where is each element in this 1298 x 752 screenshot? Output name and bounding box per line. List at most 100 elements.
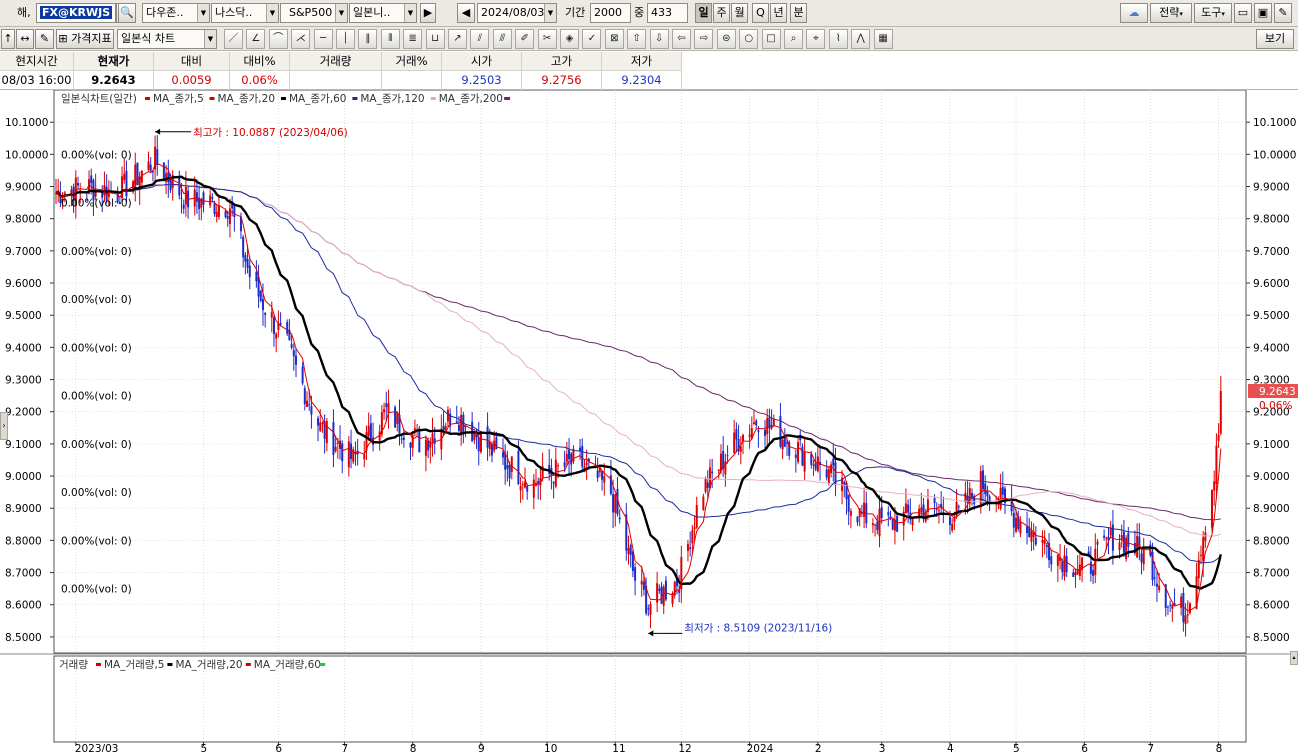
candle-body bbox=[896, 515, 899, 532]
arc-tool-icon[interactable]: ⌒ bbox=[268, 29, 288, 49]
fibonacci-icon[interactable]: ≣ bbox=[403, 29, 423, 49]
grid-icon[interactable]: ▦ bbox=[873, 29, 893, 49]
candle-body bbox=[570, 453, 573, 465]
arrow-right-icon[interactable]: ⇨ bbox=[694, 29, 714, 49]
candle-body bbox=[1153, 577, 1156, 579]
prev-button[interactable]: ◀ bbox=[457, 3, 475, 23]
candle-body bbox=[178, 176, 181, 196]
candle-body bbox=[431, 433, 434, 442]
arrow-down-icon[interactable]: ⇩ bbox=[649, 29, 669, 49]
y-tick-label-right: 9.1000 bbox=[1253, 439, 1290, 451]
circle-icon[interactable]: ○ bbox=[739, 29, 759, 49]
cycle-line-icon[interactable]: ⦀ bbox=[380, 29, 400, 49]
candle-body bbox=[814, 463, 817, 470]
y-tick-label-left: 9.6000 bbox=[5, 278, 42, 290]
timeframe-quarterly[interactable]: Q bbox=[752, 3, 769, 23]
play-button[interactable]: ▶ bbox=[420, 3, 436, 23]
candle-body bbox=[63, 192, 66, 195]
x-tick-label: 6 bbox=[275, 743, 282, 752]
candle-body bbox=[149, 164, 152, 171]
wave-icon[interactable]: ⌇ bbox=[828, 29, 848, 49]
candle-body bbox=[242, 236, 245, 258]
candle-body bbox=[957, 506, 960, 508]
symbol-combo[interactable]: FX@KRWJS bbox=[36, 3, 116, 23]
square-icon[interactable]: □ bbox=[761, 29, 781, 49]
candle-body bbox=[1041, 540, 1044, 543]
candle-body bbox=[904, 503, 907, 514]
legend-swatch bbox=[145, 97, 150, 100]
angle-tool-icon[interactable]: ∠ bbox=[246, 29, 266, 49]
price-indicator-button[interactable]: ⊞ 가격지표 bbox=[56, 29, 114, 49]
timeframe-yearly[interactable]: 년 bbox=[770, 3, 787, 23]
chart-type-combo[interactable]: 일본식 차트 ▼ bbox=[117, 29, 217, 49]
open-button[interactable]: ▭ bbox=[1234, 3, 1252, 23]
high-annotation-label: 최고가 : 10.0887 (2023/04/06) bbox=[193, 127, 348, 139]
market-combo-nasdaq[interactable]: 나스닥.. ▼ bbox=[211, 3, 279, 23]
right-panel-toggle[interactable]: ▴ bbox=[1290, 651, 1298, 665]
edit-icon: ✎ bbox=[39, 32, 50, 45]
candle-body bbox=[1140, 553, 1143, 563]
line-tool-icon[interactable]: ／ bbox=[224, 29, 243, 49]
crosshair-icon[interactable]: ⌖ bbox=[806, 29, 826, 49]
symbol-prefix-label: 해, bbox=[17, 6, 31, 19]
left-panel-toggle[interactable]: › bbox=[0, 412, 8, 440]
fill-icon[interactable]: ◈ bbox=[560, 29, 579, 49]
gann-icon[interactable]: ⊔ bbox=[425, 29, 445, 49]
indicator-icon: ⊞ bbox=[58, 32, 68, 45]
candle-body bbox=[1169, 604, 1172, 606]
fan-tool-icon[interactable]: ⋌ bbox=[291, 29, 311, 49]
market-combo-nikkei[interactable]: 일본니.. ▼ bbox=[349, 3, 417, 23]
arrow-left-icon[interactable]: ⇦ bbox=[672, 29, 691, 49]
candle-body bbox=[970, 492, 973, 498]
parallel-line-icon[interactable]: ‖ bbox=[358, 29, 378, 49]
zoom-icon[interactable]: ⌕ bbox=[784, 29, 803, 49]
main-toolbar: 해, FX@KRWJS ▾ 🔍 다우존..▼ 나스닥..▼ S&P500▼ 일본… bbox=[0, 0, 1298, 27]
vertical-line-icon[interactable]: │ bbox=[336, 29, 355, 49]
zigzag-icon[interactable]: ⋀ bbox=[851, 29, 871, 49]
cloud-button[interactable]: ☁ bbox=[1120, 3, 1148, 23]
search-button[interactable]: 🔍 bbox=[118, 3, 136, 23]
pitchfork-icon[interactable]: ⫻ bbox=[492, 29, 512, 49]
trend-arrow-icon[interactable]: ↗ bbox=[448, 29, 467, 49]
expand-button[interactable]: ↔ bbox=[16, 29, 34, 49]
edit-button[interactable]: ✎ bbox=[35, 29, 54, 49]
x-tick-label: 7 bbox=[1147, 743, 1154, 752]
strategy-button[interactable]: 전략▾ bbox=[1150, 3, 1192, 23]
text-box-icon[interactable]: ⊠ bbox=[604, 29, 624, 49]
market-combo-sp500[interactable]: S&P500 ▼ bbox=[280, 3, 348, 23]
chart-area[interactable]: 10.1000 10.1000 10.0000 10.0000 9.9000 9.9000… bbox=[0, 90, 1298, 752]
candle-body bbox=[1061, 561, 1064, 572]
market-combo-dow[interactable]: 다우존.. ▼ bbox=[142, 3, 210, 23]
count-input[interactable]: 433 bbox=[647, 3, 688, 23]
candle-body bbox=[581, 445, 584, 467]
candle-body bbox=[501, 452, 504, 458]
settings-button[interactable]: ✎ bbox=[1274, 3, 1292, 23]
timeframe-weekly[interactable]: 주 bbox=[713, 3, 730, 23]
timeframe-monthly[interactable]: 월 bbox=[731, 3, 748, 23]
note-icon[interactable]: ⊜ bbox=[716, 29, 736, 49]
horizontal-line-icon[interactable]: ─ bbox=[313, 29, 333, 49]
scroll-up-button[interactable]: ↑ bbox=[1, 29, 15, 49]
candle-body bbox=[1034, 537, 1037, 545]
view-button[interactable]: 보기 bbox=[1256, 29, 1294, 49]
check-icon[interactable]: ✓ bbox=[582, 29, 602, 49]
arrow-up-icon[interactable]: ⇧ bbox=[627, 29, 647, 49]
candlestick-chart[interactable]: 10.1000 10.1000 10.0000 10.0000 9.9000 9.9000… bbox=[0, 90, 1298, 752]
candle-body bbox=[801, 446, 804, 466]
pencil-icon[interactable]: ✐ bbox=[515, 29, 535, 49]
timeframe-daily[interactable]: 일 bbox=[695, 3, 712, 23]
period-input[interactable]: 2000 bbox=[590, 3, 631, 23]
candle-body bbox=[211, 197, 214, 199]
candle-body bbox=[1105, 537, 1108, 539]
candle-body bbox=[981, 470, 984, 490]
candle-body bbox=[907, 504, 910, 513]
eraser-icon[interactable]: ✂ bbox=[537, 29, 557, 49]
timeframe-minute[interactable]: 분 bbox=[790, 3, 807, 23]
date-picker[interactable]: 2024/08/03 ▼ bbox=[477, 3, 557, 23]
volume-legend-swatch bbox=[245, 663, 251, 666]
candle-body bbox=[614, 494, 617, 513]
save-button[interactable]: ▣ bbox=[1254, 3, 1272, 23]
channel-icon[interactable]: ⫽ bbox=[470, 29, 490, 49]
tools-button[interactable]: 도구▾ bbox=[1194, 3, 1232, 23]
header-volume: 거래량 bbox=[290, 52, 382, 71]
